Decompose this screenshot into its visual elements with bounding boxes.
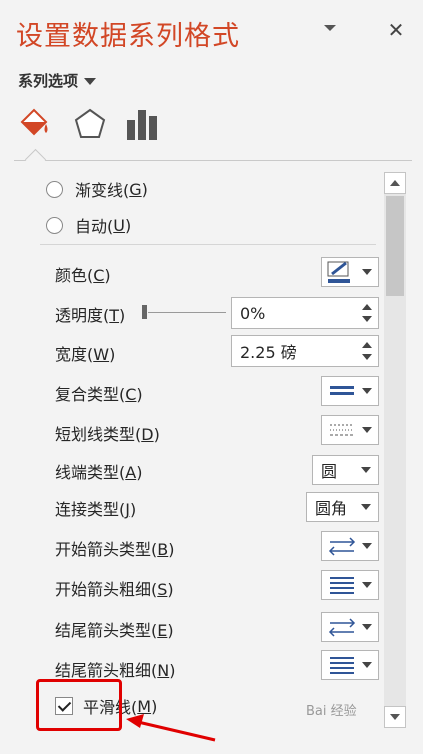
cap-type-select[interactable]: 圆	[312, 455, 379, 485]
format-pane: 设置数据系列格式 ✕ 系列选项 渐变线(G) 自动(U) 颜色(C) 透明度…	[0, 0, 423, 754]
automatic-radio[interactable]: 自动(U)	[46, 211, 131, 239]
cap-type-label: 线端类型(A)	[55, 463, 143, 482]
begin-arrow-type-dropdown[interactable]	[321, 531, 379, 561]
width-input[interactable]: 2.25 磅	[231, 335, 379, 367]
tab-series-options[interactable]	[124, 106, 160, 142]
end-arrow-size-dropdown[interactable]	[321, 650, 379, 680]
chevron-down-icon	[84, 78, 97, 85]
radio-circle	[46, 216, 63, 234]
transparency-label: 透明度(T)	[55, 306, 126, 325]
highlight-box	[36, 679, 122, 731]
transparency-slider-thumb[interactable]	[142, 305, 147, 319]
tab-divider	[14, 160, 412, 161]
paint-bucket-icon	[20, 108, 48, 136]
radio-circle	[46, 180, 63, 198]
tab-fill-line[interactable]	[16, 106, 52, 142]
transparency-slider-track[interactable]	[148, 312, 226, 313]
tab-effects[interactable]	[72, 106, 108, 142]
chevron-down-icon	[361, 504, 371, 510]
chevron-down-icon	[361, 467, 371, 473]
arrows-icon	[328, 618, 356, 637]
gradient-line-radio[interactable]: 渐变线(G)	[46, 175, 148, 203]
width-label: 宽度(W)	[55, 345, 116, 364]
scroll-up-button[interactable]	[384, 172, 406, 194]
end-arrow-type-dropdown[interactable]	[321, 612, 379, 642]
end-arrow-size-label: 结尾箭头粗细(N)	[55, 661, 176, 680]
red-arrow-icon	[126, 714, 216, 742]
begin-arrow-size-dropdown[interactable]	[321, 570, 379, 600]
begin-arrow-type-label: 开始箭头类型(B)	[55, 540, 175, 559]
watermark: Bai 经验	[306, 704, 357, 719]
color-picker-button[interactable]	[321, 257, 379, 287]
line-weights-icon	[330, 577, 354, 594]
series-options-label: 系列选项	[18, 72, 79, 90]
join-type-label: 连接类型(J)	[55, 500, 137, 519]
begin-arrow-size-label: 开始箭头粗细(S)	[55, 580, 174, 599]
chevron-down-icon	[362, 624, 372, 630]
chevron-down-icon	[362, 388, 372, 394]
end-arrow-type-label: 结尾箭头类型(E)	[55, 621, 174, 640]
pane-options-dropdown[interactable]	[320, 18, 340, 38]
close-button[interactable]: ✕	[384, 18, 408, 42]
bar-chart-icon	[127, 110, 157, 140]
spin-down-icon[interactable]	[362, 354, 372, 360]
spin-up-icon[interactable]	[362, 342, 372, 348]
scroll-down-button[interactable]	[384, 706, 406, 728]
line-weights-icon	[330, 657, 354, 674]
section-divider	[40, 244, 376, 245]
chevron-down-icon	[362, 427, 372, 433]
dash-type-label: 短划线类型(D)	[55, 425, 160, 444]
chevron-down-icon	[324, 25, 336, 31]
dash-lines-icon	[330, 424, 354, 436]
transparency-input[interactable]: 0%	[231, 297, 379, 329]
join-type-select[interactable]: 圆角	[306, 492, 379, 522]
pane-title: 设置数据系列格式	[16, 21, 240, 52]
chevron-down-icon	[362, 543, 372, 549]
spin-up-icon[interactable]	[362, 304, 372, 310]
chevron-down-icon	[362, 662, 372, 668]
series-options-menu[interactable]: 系列选项	[18, 70, 97, 91]
compound-type-dropdown[interactable]	[321, 376, 379, 406]
pentagon-icon	[74, 108, 106, 138]
compound-type-label: 复合类型(C)	[55, 385, 143, 404]
color-label: 颜色(C)	[55, 266, 111, 285]
scrollbar-thumb[interactable]	[386, 196, 404, 296]
compound-lines-icon	[330, 386, 354, 395]
dash-type-dropdown[interactable]	[321, 415, 379, 445]
chevron-down-icon	[362, 269, 372, 275]
pen-color-icon	[327, 261, 350, 283]
chevron-down-icon	[362, 582, 372, 588]
spin-down-icon[interactable]	[362, 316, 372, 322]
arrows-icon	[328, 537, 356, 556]
active-tab-indicator	[24, 148, 47, 171]
